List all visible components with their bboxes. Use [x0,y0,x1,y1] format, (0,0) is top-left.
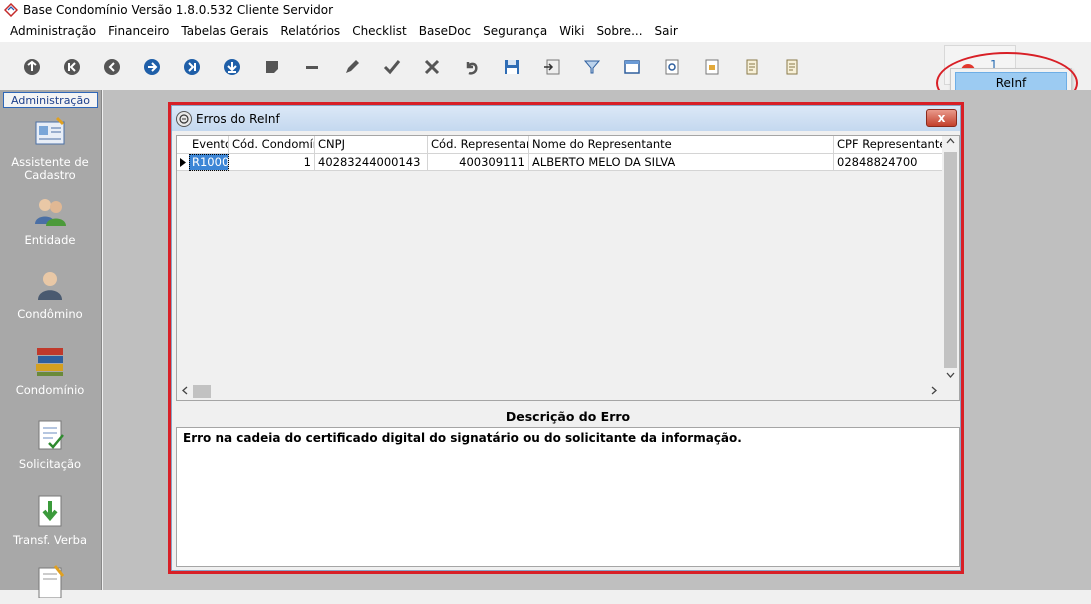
edit-icon[interactable] [332,49,372,85]
sidebar-header[interactable]: Administração [3,92,98,108]
undo-icon[interactable] [452,49,492,85]
note-icon[interactable] [252,49,292,85]
first-icon[interactable] [12,49,52,85]
sidebar-item-more[interactable] [0,564,100,604]
sidebar-item-assistente[interactable]: Assistente de Cadastro [0,116,100,182]
prev-page-icon[interactable] [52,49,92,85]
save-icon[interactable] [492,49,532,85]
horizontal-scroll-thumb[interactable] [193,385,211,398]
books-icon [33,344,67,378]
menu-seguranca[interactable]: Segurança [477,24,553,38]
toolbar [0,44,1091,90]
menu-relatorios[interactable]: Relatórios [274,24,346,38]
next-icon[interactable] [132,49,172,85]
sidebar-item-solicitacao[interactable]: Solicitação [0,418,100,471]
sidebar: Administração Assistente de Cadastro Ent… [0,90,102,599]
scroll-left-icon[interactable] [181,386,190,398]
reinf-errors-dialog: Erros do ReInf x Evento Cód. Condomínio … [171,105,961,571]
sidebar-label-solicitacao: Solicitação [18,457,82,471]
person-icon [33,268,67,302]
menu-basedoc[interactable]: BaseDoc [413,24,477,38]
menu-tabelas-gerais[interactable]: Tabelas Gerais [175,24,274,38]
check-icon[interactable] [372,49,412,85]
column-header[interactable]: Cód. Representante [428,136,529,154]
description-text[interactable]: Erro na cadeia do certificado digital do… [176,427,960,567]
last-icon[interactable] [212,49,252,85]
sidebar-label-assistente: Assistente de Cadastro [11,155,89,182]
column-header[interactable]: Evento [189,136,229,154]
import-icon[interactable] [532,49,572,85]
close-button[interactable]: x [926,109,957,127]
column-header[interactable]: Nome do Representante [529,136,834,154]
row-pointer-icon [177,154,189,171]
menu-sair[interactable]: Sair [649,24,684,38]
window-icon[interactable] [612,49,652,85]
notepad-icon [33,564,67,599]
column-header[interactable]: Cód. Condomínio [229,136,315,154]
table-cell[interactable]: R1000 [189,154,229,171]
menu-financeiro[interactable]: Financeiro [102,24,175,38]
sidebar-item-condominio[interactable]: Condomínio [0,344,100,397]
horizontal-scrollbar[interactable] [177,383,943,400]
table-cell[interactable]: ALBERTO MELO DA SILVA [529,154,834,171]
menu-checklist[interactable]: Checklist [346,24,413,38]
errors-grid: Evento Cód. Condomínio CNPJ Cód. Represe… [176,135,960,401]
prev-icon[interactable] [92,49,132,85]
description-header: Descrição do Erro [176,405,960,427]
table-row[interactable]: R1000 1 40283244000143 400309111 ALBERTO… [177,154,943,171]
report-icon[interactable] [732,49,772,85]
table-cell[interactable]: 40283244000143 [315,154,428,171]
scroll-down-icon[interactable] [946,370,955,382]
vertical-scroll-thumb[interactable] [944,152,957,368]
preview-icon[interactable] [652,49,692,85]
menu-administracao[interactable]: Administração [4,24,102,38]
dialog-app-icon [176,110,192,127]
menu-sobre[interactable]: Sobre... [590,24,648,38]
header-indicator [177,136,189,154]
sidebar-label-transf-verba: Transf. Verba [12,533,88,547]
print-icon[interactable] [692,49,732,85]
grid-header: Evento Cód. Condomínio CNPJ Cód. Represe… [177,136,943,154]
report2-icon[interactable] [772,49,812,85]
menu-wiki[interactable]: Wiki [553,24,590,38]
sidebar-label-condomino: Condômino [17,307,83,321]
table-cell[interactable]: 02848824700 [834,154,943,171]
people-icon [33,194,67,228]
transfer-icon [33,494,67,528]
wizard-icon [33,116,67,150]
dialog-title: Erros do ReInf [196,111,280,126]
sidebar-label-entidade: Entidade [24,233,76,247]
sidebar-item-transf-verba[interactable]: Transf. Verba [0,494,100,547]
scroll-right-icon[interactable] [929,386,938,398]
table-cell[interactable]: 1 [229,154,315,171]
sidebar-label-condominio: Condomínio [15,383,85,397]
menu-bar: Administração Financeiro Tabelas Gerais … [0,20,1091,42]
checklist-icon [33,418,67,452]
sidebar-item-condomino[interactable]: Condômino [0,268,100,321]
column-header[interactable]: CNPJ [315,136,428,154]
delete-icon[interactable] [412,49,452,85]
scroll-up-icon[interactable] [946,137,955,149]
column-header[interactable]: CPF Representante [834,136,943,154]
table-cell[interactable]: 400309111 [428,154,529,171]
sidebar-item-entidade[interactable]: Entidade [0,194,100,247]
app-logo-icon [3,2,19,18]
filter-icon[interactable] [572,49,612,85]
window-titlebar: Base Condomínio Versão 1.8.0.532 Cliente… [0,0,1091,20]
dialog-titlebar[interactable]: Erros do ReInf x [172,106,960,131]
window-title: Base Condomínio Versão 1.8.0.532 Cliente… [23,3,334,17]
minus-icon[interactable] [292,49,332,85]
vertical-scrollbar[interactable] [942,136,959,384]
next-page-icon[interactable] [172,49,212,85]
